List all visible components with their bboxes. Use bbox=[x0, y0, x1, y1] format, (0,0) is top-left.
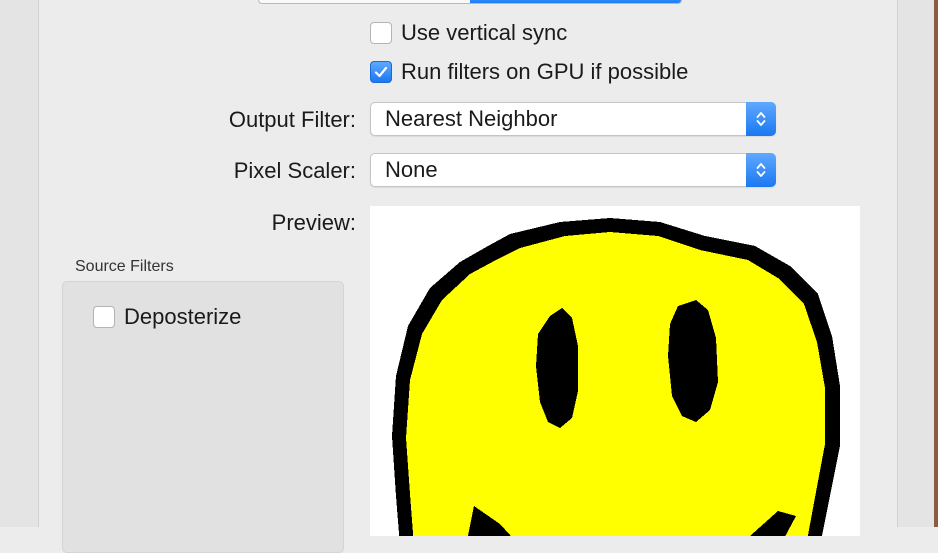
tab-segment-active[interactable] bbox=[470, 0, 681, 3]
chevron-updown-icon bbox=[756, 112, 766, 126]
chevron-updown-icon bbox=[756, 163, 766, 177]
output-filter-select[interactable]: Nearest Neighbor bbox=[370, 102, 776, 136]
tab-segmented-control[interactable] bbox=[258, 0, 682, 4]
pixel-scaler-select[interactable]: None bbox=[370, 153, 776, 187]
pixel-scaler-label: Pixel Scaler: bbox=[233, 158, 356, 183]
output-filter-stepper[interactable] bbox=[746, 102, 776, 136]
deposterize-checkbox[interactable] bbox=[93, 306, 115, 328]
gpu-filters-option[interactable]: Run filters on GPU if possible bbox=[370, 59, 688, 85]
preview-label: Preview: bbox=[271, 210, 356, 235]
vsync-checkbox[interactable] bbox=[370, 22, 392, 44]
output-filter-value: Nearest Neighbor bbox=[385, 106, 558, 131]
source-filters-title: Source Filters bbox=[75, 258, 174, 275]
deposterize-option[interactable]: Deposterize bbox=[93, 304, 241, 330]
window-right-edge bbox=[897, 0, 938, 527]
background-window-strip bbox=[934, 0, 938, 527]
pixel-scaler-value: None bbox=[385, 157, 438, 182]
window-left-edge bbox=[0, 0, 39, 527]
gpu-filters-checkbox[interactable] bbox=[370, 61, 392, 83]
pixel-scaler-stepper[interactable] bbox=[746, 153, 776, 187]
deposterize-label: Deposterize bbox=[124, 304, 242, 329]
gpu-filters-label: Run filters on GPU if possible bbox=[401, 59, 689, 84]
checkmark-icon bbox=[374, 66, 388, 78]
tab-segment[interactable] bbox=[259, 0, 470, 3]
smiley-preview-image bbox=[392, 218, 840, 536]
preview-pane bbox=[370, 206, 860, 536]
vsync-option[interactable]: Use vertical sync bbox=[370, 20, 567, 46]
output-filter-label: Output Filter: bbox=[228, 107, 356, 132]
vsync-label: Use vertical sync bbox=[401, 20, 568, 45]
